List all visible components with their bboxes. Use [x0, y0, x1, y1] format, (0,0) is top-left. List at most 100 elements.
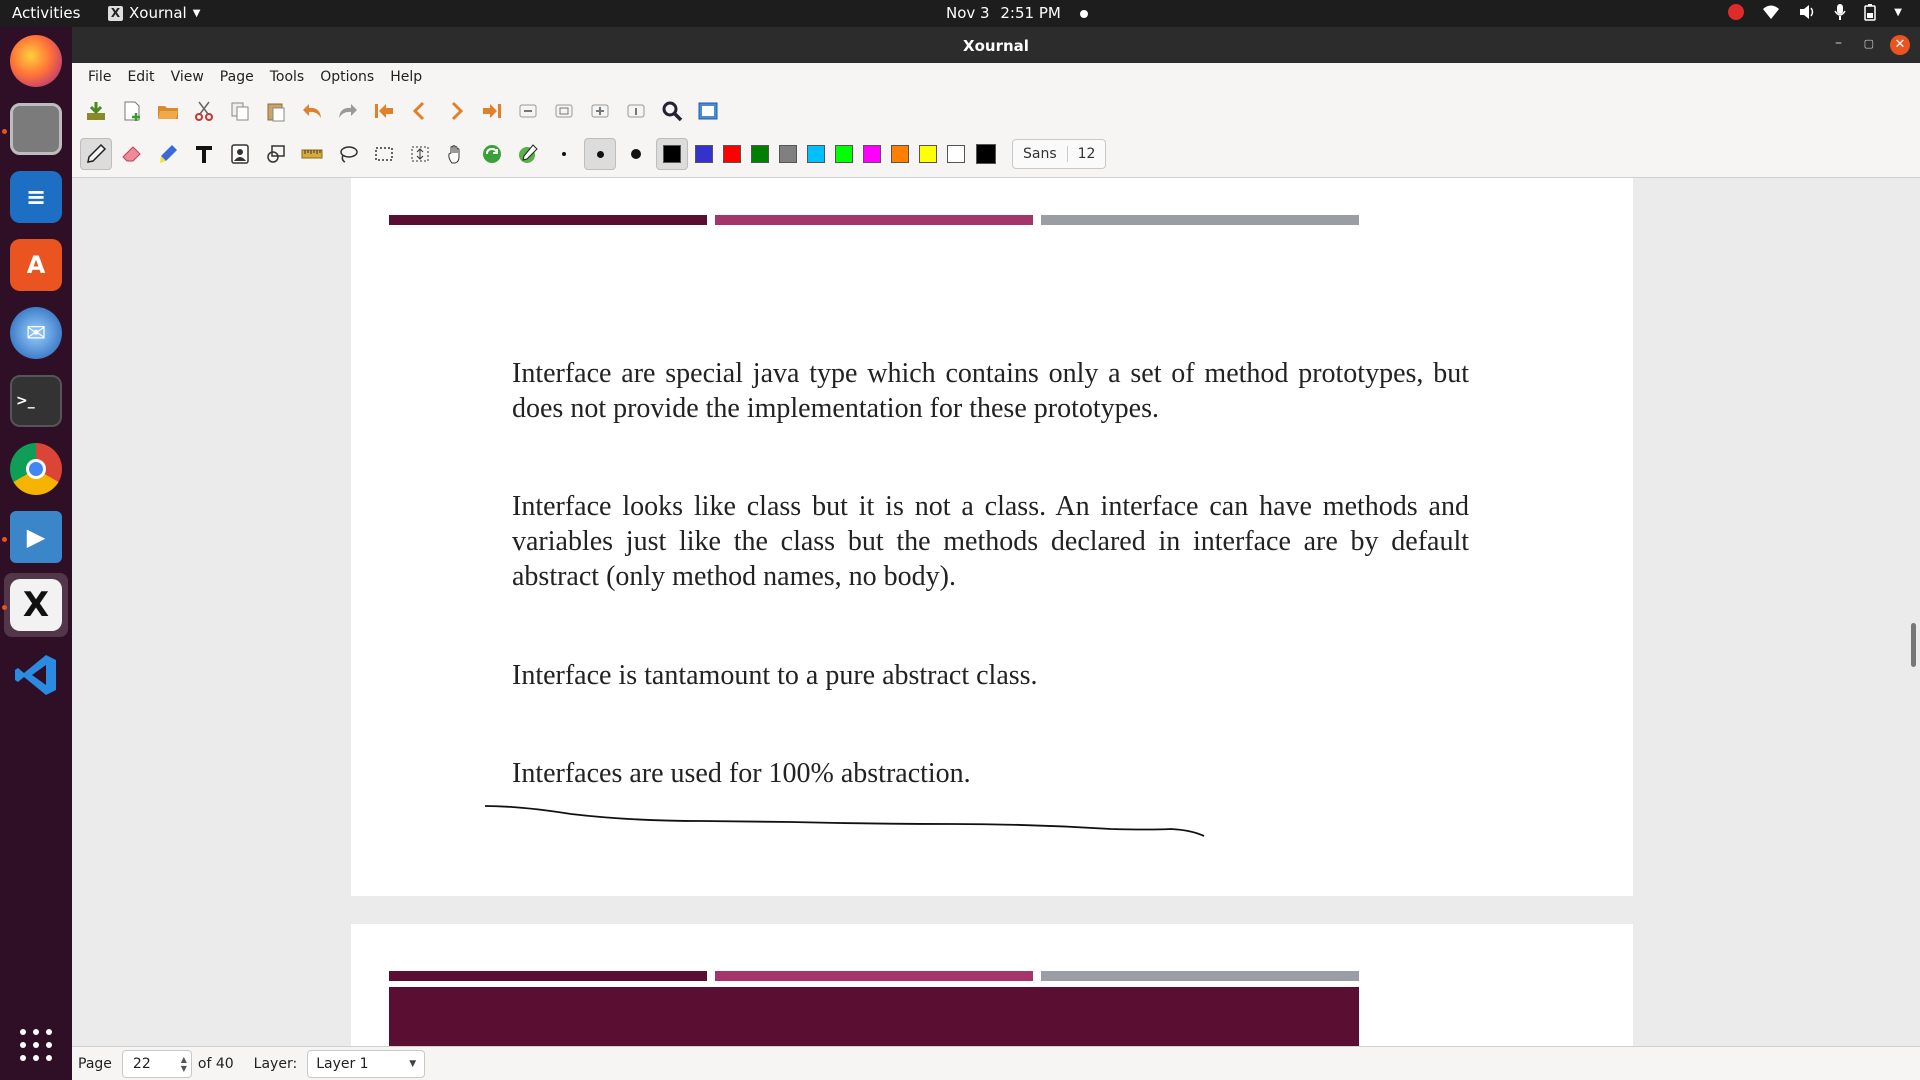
color-green-button[interactable]	[748, 138, 772, 170]
current-color-swatch	[976, 144, 996, 164]
color-magenta-button[interactable]	[860, 138, 884, 170]
page-label: Page	[78, 1055, 112, 1072]
shape-recognizer-button[interactable]	[260, 138, 292, 170]
menu-page[interactable]: Page	[212, 69, 262, 85]
save-button[interactable]	[80, 95, 112, 127]
show-applications-icon[interactable]	[20, 1029, 52, 1061]
zoom-100-button[interactable]	[620, 95, 652, 127]
clock[interactable]: Nov 3 2:51 PM	[946, 4, 1088, 22]
ubuntu-software-icon[interactable]: A	[10, 239, 62, 291]
next-page-button[interactable]	[440, 95, 472, 127]
title-banner	[389, 987, 1359, 1046]
default-pen-button[interactable]	[476, 138, 508, 170]
highlighter-tool-button[interactable]	[152, 138, 184, 170]
font-selector-button[interactable]: Sans 12	[1012, 139, 1107, 169]
open-button[interactable]	[152, 95, 184, 127]
minimize-icon[interactable]: –	[1835, 35, 1842, 51]
zoom-fit-button[interactable]	[548, 95, 580, 127]
thickness-fine-button[interactable]	[548, 138, 580, 170]
color-red-button[interactable]	[720, 138, 744, 170]
cut-button[interactable]	[188, 95, 220, 127]
zoom-in-button[interactable]	[584, 95, 616, 127]
color-black-button[interactable]	[656, 138, 688, 170]
color-yellow-button[interactable]	[916, 138, 940, 170]
previous-page-button[interactable]	[404, 95, 436, 127]
pen-properties-button[interactable]	[512, 138, 544, 170]
current-color-button[interactable]	[972, 138, 1000, 170]
maximize-icon[interactable]: ▢	[1864, 37, 1874, 50]
ruler-button[interactable]	[296, 138, 328, 170]
layer-dropdown[interactable]: Layer 1 ▼	[307, 1049, 426, 1078]
vertical-scrollbar-thumb[interactable]	[1911, 623, 1916, 667]
screen-recorder-icon[interactable]: ▶	[10, 511, 62, 563]
battery-icon[interactable]	[1864, 3, 1877, 21]
eraser-tool-button[interactable]	[116, 138, 148, 170]
volume-icon[interactable]	[1798, 4, 1816, 20]
menu-bar: File Edit View Page Tools Options Help	[72, 63, 1920, 90]
image-tool-button[interactable]	[224, 138, 256, 170]
pen-tool-button[interactable]	[80, 138, 112, 170]
menu-edit[interactable]: Edit	[119, 69, 162, 85]
new-button[interactable]	[116, 95, 148, 127]
tools-toolbar: Sans 12	[72, 131, 1920, 178]
terminal-icon[interactable]: >_	[10, 375, 62, 427]
page-number-value: 22	[132, 1055, 151, 1072]
menu-options[interactable]: Options	[312, 69, 382, 85]
color-white-button[interactable]	[944, 138, 968, 170]
find-button[interactable]	[656, 95, 688, 127]
recording-icon[interactable]	[1728, 4, 1745, 20]
close-icon[interactable]: ✕	[1890, 35, 1910, 55]
system-tray[interactable]: ▼	[1728, 3, 1902, 21]
text-tool-button[interactable]	[188, 138, 220, 170]
zoom-fit-icon	[555, 104, 573, 117]
hand-tool-button[interactable]	[440, 138, 472, 170]
vertical-space-button[interactable]	[404, 138, 436, 170]
firefox-icon[interactable]	[10, 35, 62, 87]
color-swatch	[891, 145, 909, 163]
window-titlebar[interactable]: Xournal – ▢ ✕	[72, 27, 1920, 63]
zoom-out-button[interactable]	[512, 95, 544, 127]
redo-button[interactable]	[332, 95, 364, 127]
menu-file[interactable]: File	[80, 69, 119, 85]
menu-view[interactable]: View	[163, 69, 212, 85]
page-number-spinner[interactable]: 22 ▲ ▼	[121, 1049, 192, 1078]
paste-button[interactable]	[260, 95, 292, 127]
rect-select-button[interactable]	[368, 138, 400, 170]
libreoffice-writer-icon[interactable]: ≡	[10, 171, 62, 223]
vertical-space-icon	[411, 146, 429, 162]
last-page-button[interactable]	[476, 95, 508, 127]
vscode-icon[interactable]	[10, 649, 62, 701]
thickness-medium-button[interactable]	[584, 138, 616, 170]
microphone-icon[interactable]	[1834, 3, 1846, 21]
color-blue-button[interactable]	[692, 138, 716, 170]
menu-help[interactable]: Help	[382, 69, 430, 85]
color-light-green-button[interactable]	[832, 138, 856, 170]
thunderbird-icon[interactable]: ✉	[10, 307, 62, 359]
chrome-icon[interactable]	[10, 443, 62, 495]
copy-icon	[231, 102, 249, 120]
menu-tools[interactable]: Tools	[262, 69, 313, 85]
header-bar-dark	[389, 215, 707, 225]
spinner-arrows-icon[interactable]: ▲ ▼	[181, 1055, 187, 1073]
color-light-blue-button[interactable]	[804, 138, 828, 170]
first-page-button[interactable]	[368, 95, 400, 127]
fullscreen-button[interactable]	[692, 95, 724, 127]
ruler-icon	[301, 149, 323, 159]
thickness-thick-button[interactable]	[620, 138, 652, 170]
paste-icon	[267, 103, 285, 121]
document-canvas[interactable]: Interface are special java type which co…	[72, 178, 1920, 1046]
files-icon[interactable]	[10, 103, 62, 155]
document-page[interactable]: Interface are special java type which co…	[351, 178, 1633, 896]
xournal-dock-icon[interactable]: X	[10, 579, 62, 631]
undo-button[interactable]	[296, 95, 328, 127]
system-menu-chevron-down-icon[interactable]: ▼	[1894, 7, 1902, 18]
activities-button[interactable]: Activities	[12, 4, 80, 22]
lasso-select-button[interactable]	[332, 138, 364, 170]
document-page-next[interactable]	[351, 924, 1633, 1046]
app-menu[interactable]: X Xournal ▼	[108, 4, 200, 22]
wifi-icon[interactable]	[1762, 4, 1780, 20]
color-gray-button[interactable]	[776, 138, 800, 170]
copy-button[interactable]	[224, 95, 256, 127]
color-orange-button[interactable]	[888, 138, 912, 170]
running-indicator	[2, 605, 7, 610]
